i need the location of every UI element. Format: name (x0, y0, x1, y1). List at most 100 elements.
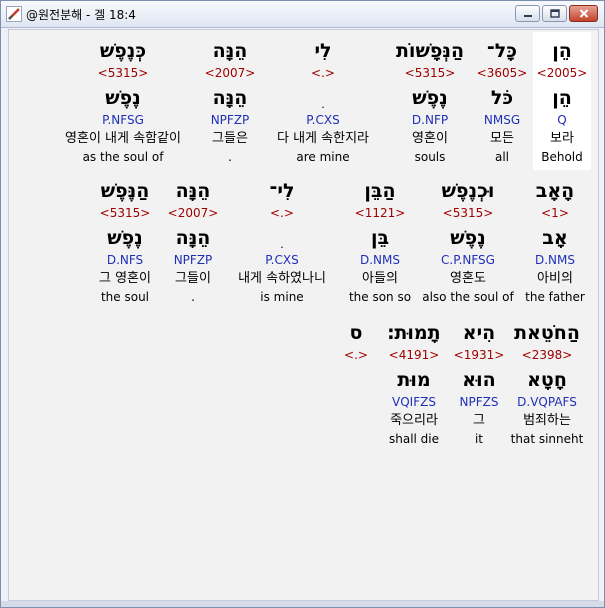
morphology-code: NMSG (483, 113, 521, 127)
word-cell[interactable]: ס <.> (339, 316, 373, 396)
english-gloss: souls (414, 150, 446, 164)
korean-gloss: 아비의 (537, 271, 573, 286)
lemma: נֶפֶשׁ (412, 87, 448, 109)
strong-number[interactable]: <5315> (419, 206, 517, 220)
morphology-code: D.NFS (106, 253, 144, 267)
word-cell[interactable]: הֵנָּה <2007> הֵנָּה NPFZP 그들이 . (163, 174, 223, 312)
hebrew-word: הֵנָּה (212, 40, 248, 62)
hebrew-word: הַחֹטֵאת (514, 322, 580, 344)
lemma: חָטָא (527, 369, 567, 391)
morphology-code: NPFZS (459, 395, 499, 409)
lemma: נֶפֶשׁ (105, 87, 141, 109)
word-cell[interactable]: הֵנָּה <2007> הֵנָּה NPFZP 그들은 . (199, 32, 261, 170)
strong-number[interactable]: <1> (517, 206, 593, 220)
english-gloss: it (474, 432, 484, 446)
korean-gloss: 그 영혼이 (99, 271, 151, 286)
strong-number[interactable]: <2005> (533, 66, 591, 80)
korean-gloss: 모든 (490, 131, 514, 146)
korean-gloss: 죽으리라 (390, 413, 438, 428)
lemma: הֵנָּה (175, 227, 211, 249)
korean-gloss: 영혼도 (450, 271, 486, 286)
strong-number[interactable]: <.> (339, 348, 373, 362)
word-cell[interactable]: הָאָב <1> אָב D.NMS 아비의 the father (517, 174, 593, 312)
hebrew-word: הַנֶּפֶשׁ (100, 180, 150, 202)
korean-gloss: 범죄하는 (523, 413, 571, 428)
lemma: הֵן (552, 87, 572, 109)
window-bottom-border (1, 601, 604, 607)
english-gloss: . (228, 150, 232, 164)
strong-number[interactable]: <2007> (199, 66, 261, 80)
english-gloss: are mine (296, 150, 350, 164)
lemma: הֵנָּה (212, 87, 248, 109)
minimize-button[interactable] (515, 5, 540, 22)
korean-gloss: 그들이 (175, 271, 211, 286)
strong-number[interactable]: <.> (223, 206, 341, 220)
window-title: @원전분해 - 겔 18:4 (26, 8, 136, 22)
morphology-code: D.NMS (534, 253, 575, 267)
morphology-code: D.NMS (359, 253, 400, 267)
morphology-code: P.NFSG (102, 113, 144, 127)
strong-number[interactable]: <1931> (449, 348, 509, 362)
morphology-code: C.P.NFSG (441, 253, 495, 267)
hebrew-word: תָמוּת׃ (387, 322, 441, 344)
strong-number[interactable]: <4191> (379, 348, 449, 362)
hebrew-word: הַנְּפָשׁוֹת (395, 40, 465, 62)
korean-gloss: 보라 (550, 131, 574, 146)
word-cell[interactable]: הַנְּפָשׁוֹת <5315> נֶפֶשׁ D.NFP 영혼이 sou… (385, 32, 475, 170)
hebrew-word: הֵן (552, 40, 572, 62)
strong-number[interactable]: <3605> (473, 66, 531, 80)
word-cell[interactable]: לִי <.> ׅ P.CXS 다 내게 속한지라 are mine (261, 32, 385, 170)
title-bar[interactable]: @원전분해 - 겔 18:4 (1, 1, 604, 28)
english-gloss: that sinneht (510, 432, 584, 446)
strong-number[interactable]: <2398> (509, 348, 585, 362)
word-cell[interactable]: הִיא <1931> הוּא NPFZS 그 it (449, 316, 509, 454)
morphology-code: D.NFP (411, 113, 449, 127)
morphology-code: P.CXS (265, 253, 299, 267)
lemma: נֶפֶשׁ (107, 227, 143, 249)
strong-number[interactable]: <.> (261, 66, 385, 80)
lemma: הוּא (462, 369, 496, 391)
english-gloss: also the soul of (422, 290, 514, 304)
word-cell[interactable]: הַחֹטֵאת <2398> חָטָא D.VQPAFS 범죄하는 that… (509, 316, 585, 454)
hebrew-word: לִי (314, 40, 332, 62)
word-cell[interactable]: הַבֵּן <1121> בֵּן D.NMS 아들의 the son so (341, 174, 419, 312)
english-gloss: all (494, 150, 510, 164)
app-window: @원전분해 - 겔 18:4 הֵן <2005> הֵן Q 보라 Behol… (0, 0, 605, 608)
morphology-code: VQIFZS (392, 395, 436, 409)
lemma: ׅ (223, 227, 341, 249)
analysis-panel[interactable]: הֵן <2005> הֵן Q 보라 Behold כָּל־ <3605> … (8, 29, 599, 601)
english-gloss: Behold (541, 150, 583, 164)
word-cell[interactable]: לִי־ <.> ׅ P.CXS 내게 속하였나니 is mine (223, 174, 341, 312)
maximize-button[interactable] (542, 5, 567, 22)
close-button[interactable] (569, 5, 598, 22)
strong-number[interactable]: <2007> (163, 206, 223, 220)
hebrew-word: הִיא (462, 322, 496, 344)
maximize-icon (549, 9, 560, 18)
word-cell[interactable]: הַנֶּפֶשׁ <5315> נֶפֶשׁ D.NFS 그 영혼이 the … (87, 174, 163, 312)
strong-number[interactable]: <1121> (341, 206, 419, 220)
strong-number[interactable]: <5315> (87, 206, 163, 220)
word-cell[interactable]: כָּל־ <3605> כֹּל NMSG 모든 all (473, 32, 531, 170)
korean-gloss: 그들은 (212, 131, 248, 146)
english-gloss: . (191, 290, 195, 304)
korean-gloss: 영혼이 (412, 131, 448, 146)
korean-gloss: 아들의 (362, 271, 398, 286)
korean-gloss: 영혼이 내게 속함같이 (65, 131, 181, 146)
morphology-code: P.CXS (306, 113, 340, 127)
hebrew-word: הֵנָּה (175, 180, 211, 202)
hebrew-word: וּכְנֶפֶשׁ (441, 180, 495, 202)
word-cell[interactable]: כְּנֶפֶשׁ <5315> נֶפֶשׁ P.NFSG 영혼이 내게 속함… (47, 32, 199, 170)
strong-number[interactable]: <5315> (47, 66, 199, 80)
word-cell[interactable]: וּכְנֶפֶשׁ <5315> נֶפֶשׁ C.P.NFSG 영혼도 al… (419, 174, 517, 312)
word-cell[interactable]: הֵן <2005> הֵן Q 보라 Behold (533, 32, 591, 170)
word-cell[interactable]: תָמוּת׃ <4191> מוּת VQIFZS 죽으리라 shall di… (379, 316, 449, 454)
lemma: כֹּל (490, 87, 514, 109)
lemma: מוּת (397, 369, 431, 391)
close-icon (579, 9, 588, 18)
strong-number[interactable]: <5315> (385, 66, 475, 80)
hebrew-word: כְּנֶפֶשׁ (99, 40, 147, 62)
hebrew-word: הָאָב (535, 180, 575, 202)
korean-gloss: 다 내게 속한지라 (277, 131, 369, 146)
hebrew-word: כָּל־ (486, 40, 518, 62)
lemma: ׅ (261, 87, 385, 109)
